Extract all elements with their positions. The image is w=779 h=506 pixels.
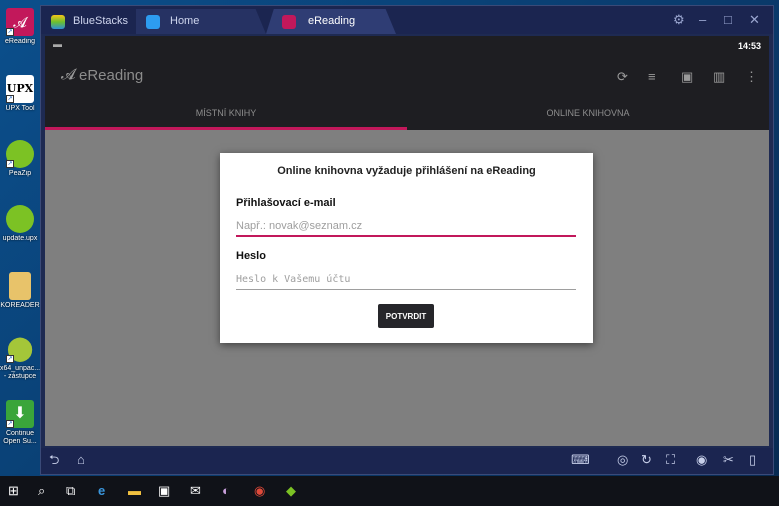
minimize-icon[interactable]: –: [699, 12, 706, 27]
ereading-icon: [282, 15, 296, 29]
bluestacks-logo-icon: [51, 15, 65, 29]
books-icon[interactable]: ▥: [713, 70, 725, 83]
desktop-icon-x64-unpac[interactable]: ⬤ ↗ x64_unpac... - zástupce: [0, 335, 40, 381]
windows-taskbar: ⊞ ⌕ ⧉ e ▬ ▣ ✉ ◐ ◉ ◆: [0, 476, 779, 506]
paint-icon[interactable]: ◐: [222, 483, 230, 498]
confirm-button[interactable]: POTVRDIT: [378, 304, 434, 328]
tab-label: BlueStacks: [73, 15, 129, 27]
tab-online-library[interactable]: ONLINE KNIHOVNA: [407, 96, 769, 130]
ereading-logo-icon: 𝓐: [61, 66, 76, 83]
bluestacks-bottom-bar: ⮌ ⌂ ⌨ ◎ ↻ ⛶ ◉ ✂ ▯: [41, 448, 773, 474]
chrome-icon[interactable]: ◉: [254, 483, 265, 498]
folder-icon: [9, 272, 31, 300]
desktop-icon-koreader[interactable]: KOREADER: [0, 272, 40, 310]
desktop-icon-label: KOREADER: [0, 302, 40, 309]
desktop-icon-upx-tool[interactable]: UPX ↗ UPX Tool: [0, 75, 40, 113]
tab-home[interactable]: Home: [136, 9, 266, 34]
file-explorer-icon[interactable]: ▬: [128, 483, 141, 498]
back-icon[interactable]: ⮌: [49, 453, 59, 467]
more-options-icon[interactable]: ⋮: [745, 70, 758, 83]
search-icon[interactable]: ⌕: [38, 483, 45, 498]
windows-start-icon[interactable]: ⊞: [8, 483, 19, 498]
sort-icon[interactable]: ≡: [648, 70, 656, 83]
app-title: eReading: [79, 67, 144, 84]
status-time: 14:53: [737, 41, 761, 51]
maximize-icon[interactable]: □: [724, 12, 732, 27]
scissors-icon[interactable]: ✂: [723, 453, 734, 467]
keyboard-icon[interactable]: ⌨: [571, 453, 590, 467]
download-icon: ⬇ ↗: [6, 400, 34, 428]
upx-icon-text: UPX: [6, 82, 34, 95]
android-icon: ⬤ ↗: [6, 335, 34, 363]
app-bar: 𝓐 eReading ⟳ ≡ ▣ ▥ ⋮: [45, 56, 769, 96]
shortcut-arrow-icon: ↗: [6, 420, 14, 428]
desktop-icon-ereading[interactable]: 𝓐 ↗ eReading: [0, 8, 40, 46]
desktop-icon-label: update.upx: [2, 235, 38, 242]
rotate-icon[interactable]: ↻: [641, 453, 652, 467]
location-icon[interactable]: ◉: [696, 453, 707, 467]
mail-icon[interactable]: ✉: [190, 483, 201, 498]
android-status-bar: ▬ 14:53: [45, 36, 769, 56]
desktop-icon-label: PeaZip: [8, 170, 32, 177]
home-icon: [146, 15, 160, 29]
home-button-icon[interactable]: ⌂: [77, 453, 85, 467]
shortcut-arrow-icon: ↗: [6, 355, 14, 363]
close-icon[interactable]: ✕: [749, 12, 760, 28]
tab-label: Home: [170, 15, 200, 27]
tab-bluestacks[interactable]: BlueStacks: [45, 9, 133, 34]
desktop-icon-label: x64_unpac... - zástupce: [0, 365, 40, 380]
upx-icon: UPX ↗: [6, 75, 34, 103]
email-field[interactable]: [236, 217, 576, 237]
peazip-icon: ↗: [6, 140, 34, 168]
desktop-icon-label: UPX Tool: [5, 105, 35, 112]
tab-label: eReading: [308, 15, 356, 27]
desktop-icon-update-upx[interactable]: update.upx: [0, 205, 40, 243]
dialog-title: Online knihovna vyžaduje přihlášení na e…: [277, 165, 536, 177]
password-label: Heslo: [236, 250, 266, 262]
app-tabs: MÍSTNÍ KNIHY ONLINE KNIHOVNA: [45, 96, 769, 130]
camera-icon[interactable]: ◎: [617, 453, 628, 467]
task-view-icon[interactable]: ⧉: [66, 483, 75, 498]
email-label: Přihlašovací e-mail: [236, 197, 336, 209]
desktop-icon-label: Continue Open Su...: [3, 430, 37, 445]
tab-ereading[interactable]: eReading: [266, 9, 396, 34]
peazip-icon: [6, 205, 34, 233]
lock-icon[interactable]: ▣: [681, 70, 693, 83]
shortcut-arrow-icon: ↗: [6, 28, 14, 36]
tab-local-books[interactable]: MÍSTNÍ KNIHY: [45, 96, 407, 130]
shortcut-arrow-icon: ↗: [6, 95, 14, 103]
notification-icon: ▬: [53, 39, 62, 49]
desktop-icon-label: eReading: [5, 38, 35, 45]
ereading-icon: 𝓐 ↗: [6, 8, 34, 36]
store-icon[interactable]: ▣: [158, 483, 170, 498]
refresh-icon[interactable]: ⟳: [617, 70, 628, 83]
password-field[interactable]: [236, 270, 576, 290]
fullscreen-icon[interactable]: ⛶: [666, 453, 675, 467]
gear-icon[interactable]: ⚙: [673, 12, 685, 28]
desktop-icon-continue-open[interactable]: ⬇ ↗ Continue Open Su...: [0, 400, 40, 446]
desktop-icon-peazip[interactable]: ↗ PeaZip: [0, 140, 40, 178]
device-icon[interactable]: ▯: [749, 453, 756, 467]
login-dialog: Online knihovna vyžaduje přihlášení na e…: [220, 153, 593, 343]
shortcut-arrow-icon: ↗: [6, 160, 14, 168]
edge-icon[interactable]: e: [98, 483, 105, 498]
bluestacks-taskbar-icon[interactable]: ◆: [286, 483, 296, 498]
bluestacks-titlebar: BlueStacks Home eReading ⚙ – □ ✕: [41, 6, 773, 34]
